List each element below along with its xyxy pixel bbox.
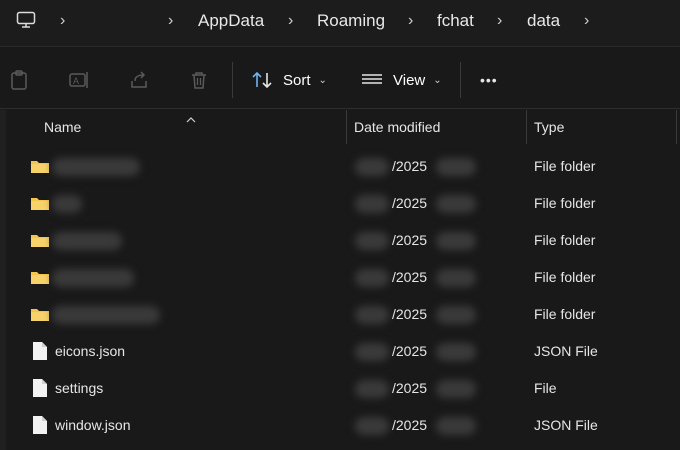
svg-text:A: A	[73, 76, 79, 86]
chevron-right-icon[interactable]: ›	[288, 10, 293, 32]
more-options-button[interactable]: •••	[480, 66, 498, 94]
column-header-name[interactable]: Name	[44, 110, 81, 144]
redacted-time	[436, 380, 476, 398]
sort-icon	[251, 70, 273, 90]
chevron-down-icon: ⌄	[318, 74, 327, 86]
paste-button[interactable]	[8, 66, 30, 94]
list-item[interactable]: /2025 File folder	[0, 222, 680, 259]
sort-button[interactable]: Sort ⌄	[251, 66, 327, 94]
view-button[interactable]: View ⌄	[361, 66, 442, 94]
clipboard-icon	[8, 69, 30, 91]
redacted-time	[436, 269, 476, 287]
share-button[interactable]	[128, 66, 150, 94]
toolbar-separator	[460, 62, 461, 98]
item-date: /2025	[392, 380, 428, 396]
sort-label: Sort	[283, 71, 311, 89]
breadcrumb-fchat[interactable]: fchat	[437, 10, 474, 32]
rename-button[interactable]: A	[68, 66, 90, 94]
breadcrumb-roaming[interactable]: Roaming	[317, 10, 385, 32]
redacted-date	[355, 195, 389, 213]
item-date: /2025	[392, 417, 428, 433]
item-type: File folder	[534, 195, 596, 211]
item-date: /2025	[392, 232, 428, 248]
item-name: window.json	[55, 417, 131, 433]
redacted-name	[52, 232, 122, 250]
chevron-right-icon[interactable]: ›	[408, 10, 413, 32]
redacted-date	[355, 417, 389, 435]
rename-icon: A	[68, 69, 90, 91]
item-date: /2025	[392, 343, 428, 359]
breadcrumb-data[interactable]: data	[527, 10, 560, 32]
redacted-time	[436, 417, 476, 435]
file-icon	[32, 378, 48, 401]
item-name: settings	[55, 380, 104, 396]
redacted-date	[355, 158, 389, 176]
address-bar[interactable]: › › AppData › Roaming › fchat › data ›	[0, 0, 680, 47]
redacted-time	[436, 343, 476, 361]
view-label: View	[393, 71, 426, 89]
chevron-right-icon[interactable]: ›	[584, 10, 589, 32]
chevron-down-icon: ⌄	[433, 74, 442, 86]
list-item[interactable]: /2025 File folder	[0, 259, 680, 296]
trash-icon	[188, 69, 210, 91]
redacted-time	[436, 158, 476, 176]
redacted-date	[355, 343, 389, 361]
chevron-right-icon[interactable]: ›	[60, 10, 65, 32]
item-date: /2025	[392, 195, 428, 211]
sort-ascending-icon	[186, 110, 196, 126]
redacted-name	[52, 269, 134, 287]
redacted-date	[355, 380, 389, 398]
column-divider[interactable]	[346, 110, 347, 144]
folder-icon	[30, 269, 50, 288]
share-icon	[128, 69, 150, 91]
list-item[interactable]: /2025 File folder	[0, 148, 680, 185]
folder-icon	[30, 306, 50, 325]
folder-icon	[30, 158, 50, 177]
item-type: JSON File	[534, 417, 598, 433]
breadcrumb-appdata[interactable]: AppData	[198, 10, 264, 32]
redacted-time	[436, 232, 476, 250]
file-icon	[32, 341, 48, 364]
column-divider[interactable]	[526, 110, 527, 144]
file-icon	[32, 415, 48, 438]
chevron-right-icon[interactable]: ›	[497, 10, 502, 32]
list-item[interactable]: window.json /2025 JSON File	[0, 407, 680, 444]
item-name: eicons.json	[55, 343, 126, 359]
column-divider[interactable]	[676, 110, 677, 144]
monitor-icon[interactable]	[16, 11, 36, 33]
redacted-time	[436, 306, 476, 324]
redacted-name	[52, 306, 160, 324]
list-item[interactable]: /2025 File folder	[0, 296, 680, 333]
list-item[interactable]: eicons.json /2025 JSON File	[0, 333, 680, 370]
list-item[interactable]: /2025 File folder	[0, 185, 680, 222]
column-header-date-modified[interactable]: Date modified	[354, 110, 440, 144]
redacted-name	[52, 195, 82, 213]
toolbar-separator	[232, 62, 233, 98]
delete-button[interactable]	[188, 66, 210, 94]
item-type: File	[534, 380, 557, 396]
item-type: File folder	[534, 269, 596, 285]
item-type: File folder	[534, 158, 596, 174]
item-type: File folder	[534, 306, 596, 322]
item-type: File folder	[534, 232, 596, 248]
redacted-date	[355, 306, 389, 324]
view-list-icon	[361, 72, 383, 88]
command-bar: A Sort ⌄ View ⌄ •••	[0, 52, 680, 109]
item-date: /2025	[392, 269, 428, 285]
column-header: Name Date modified Type	[0, 110, 680, 144]
redacted-date	[355, 232, 389, 250]
column-header-type[interactable]: Type	[534, 110, 564, 144]
redacted-date	[355, 269, 389, 287]
redacted-name	[52, 158, 140, 176]
item-date: /2025	[392, 306, 428, 322]
list-item[interactable]: settings /2025 File	[0, 370, 680, 407]
folder-icon	[30, 195, 50, 214]
folder-icon	[30, 232, 50, 251]
chevron-right-icon[interactable]: ›	[168, 10, 173, 32]
item-date: /2025	[392, 158, 428, 174]
redacted-time	[436, 195, 476, 213]
item-type: JSON File	[534, 343, 598, 359]
